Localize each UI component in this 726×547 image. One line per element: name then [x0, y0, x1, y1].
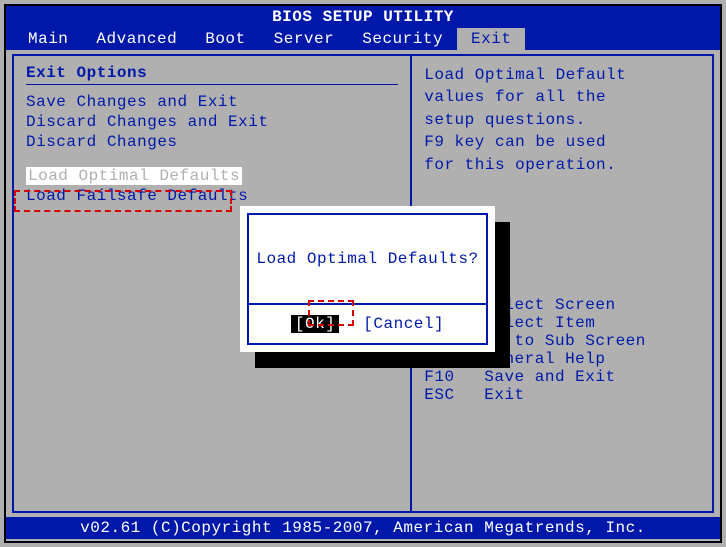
dialog-message: Load Optimal Defaults?	[249, 215, 486, 305]
menu-bar: Main Advanced Boot Server Security Exit	[6, 28, 720, 50]
divider	[26, 84, 398, 85]
section-title: Exit Options	[26, 64, 398, 82]
option-discard[interactable]: Discard Changes	[26, 133, 398, 151]
menu-boot[interactable]: Boot	[191, 28, 259, 50]
footer: v02.61 (C)Copyright 1985-2007, American …	[6, 517, 720, 539]
option-discard-exit[interactable]: Discard Changes and Exit	[26, 113, 398, 131]
menu-main[interactable]: Main	[14, 28, 82, 50]
help-text: Load Optimal Default values for all the …	[424, 64, 700, 176]
dialog-buttons: [Ok] [Cancel]	[249, 305, 486, 343]
confirm-dialog: Load Optimal Defaults? [Ok] [Cancel]	[240, 206, 495, 352]
option-load-optimal[interactable]: Load Optimal Defaults	[26, 167, 398, 185]
menu-advanced[interactable]: Advanced	[82, 28, 191, 50]
ok-button[interactable]: [Ok]	[291, 315, 339, 333]
option-save-exit[interactable]: Save Changes and Exit	[26, 93, 398, 111]
menu-exit[interactable]: Exit	[457, 28, 525, 50]
key-esc: ESCExit	[424, 386, 700, 404]
cancel-button[interactable]: [Cancel]	[363, 315, 444, 333]
menu-security[interactable]: Security	[348, 28, 457, 50]
option-load-failsafe[interactable]: Load Failsafe Defaults	[26, 187, 398, 205]
menu-server[interactable]: Server	[260, 28, 349, 50]
key-f10: F10Save and Exit	[424, 368, 700, 386]
title-bar: BIOS SETUP UTILITY	[6, 6, 720, 28]
